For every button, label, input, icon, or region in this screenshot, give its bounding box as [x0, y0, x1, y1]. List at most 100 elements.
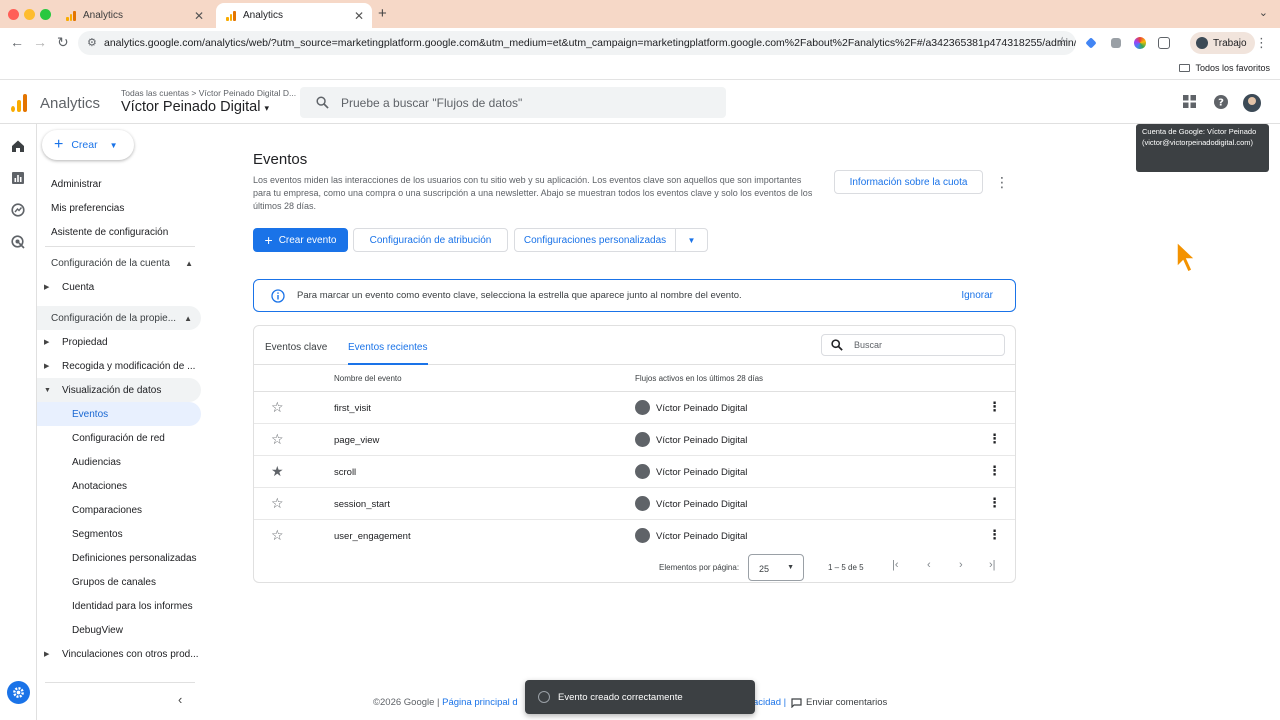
- back-icon[interactable]: ←: [10, 34, 24, 50]
- google-account-avatar[interactable]: [1243, 94, 1261, 112]
- per-page-select[interactable]: 25 ▼: [748, 554, 804, 581]
- sidebar-section-property[interactable]: Configuración de la propie... ▲: [37, 306, 201, 330]
- sidebar-item-annotations[interactable]: Anotaciones: [72, 474, 127, 498]
- first-page-icon[interactable]: |‹: [892, 559, 899, 571]
- next-page-icon[interactable]: ›: [959, 559, 963, 571]
- account-breadcrumb[interactable]: Todas las cuentas > Víctor Peinado Digit…: [121, 88, 296, 98]
- home-icon[interactable]: [11, 139, 25, 153]
- collapse-sidebar-icon[interactable]: ‹: [178, 692, 182, 707]
- sidebar-item-comparisons[interactable]: Comparaciones: [72, 498, 142, 522]
- help-icon[interactable]: ?: [1214, 95, 1228, 109]
- search-input[interactable]: Pruebe a buscar "Flujos de datos": [300, 87, 726, 118]
- more-options-icon[interactable]: ⋮: [995, 174, 1009, 191]
- star-filled-icon[interactable]: ★: [271, 464, 284, 478]
- custom-configs-dropdown[interactable]: ▼: [675, 228, 708, 252]
- explore-icon[interactable]: [11, 203, 25, 217]
- table-row: ☆ page_view Víctor Peinado Digital ⋮: [254, 424, 1015, 456]
- reload-icon[interactable]: ↻: [57, 34, 69, 51]
- custom-configs-button[interactable]: Configuraciones personalizadas: [514, 228, 676, 252]
- star-outline-icon[interactable]: ☆: [271, 432, 284, 446]
- tab-recent-events[interactable]: Eventos recientes: [348, 342, 428, 365]
- sidebar-item-data-display[interactable]: ▼ Visualización de datos: [37, 378, 201, 402]
- table-search-input[interactable]: Buscar: [821, 334, 1005, 356]
- row-menu-icon[interactable]: ⋮: [988, 464, 1001, 477]
- attribution-settings-button[interactable]: Configuración de atribución: [353, 228, 508, 252]
- browser-tab-2[interactable]: Analytics ✕: [216, 3, 372, 28]
- analytics-logo-icon[interactable]: [11, 94, 29, 112]
- search-icon: [316, 96, 329, 109]
- sidebar-item-preferences[interactable]: Mis preferencias: [51, 196, 124, 220]
- bookmarks-folder-label: Todos los favoritos: [1195, 63, 1270, 73]
- new-tab-icon[interactable]: +: [378, 5, 387, 22]
- extension-icon[interactable]: [1134, 37, 1146, 49]
- sidebar-item-segments[interactable]: Segmentos: [72, 522, 123, 546]
- row-menu-icon[interactable]: ⋮: [988, 496, 1001, 509]
- analytics-favicon-icon: [226, 10, 237, 21]
- sidebar-item-account[interactable]: ▶ Cuenta: [37, 275, 94, 299]
- row-menu-icon[interactable]: ⋮: [988, 528, 1001, 541]
- sidebar-item-reporting-identity[interactable]: Identidad para los informes: [72, 594, 193, 618]
- feedback-label: Enviar comentarios: [806, 697, 888, 708]
- analytics-home-link[interactable]: Página principal d: [442, 697, 518, 708]
- sidebar-item-property[interactable]: ▶ Propiedad: [37, 330, 108, 354]
- sidebar-section-account[interactable]: Configuración de la cuenta ▲: [51, 251, 193, 275]
- tab-search-chevron-icon[interactable]: ⌄: [1259, 6, 1268, 19]
- privacy-link[interactable]: acidad |: [753, 697, 786, 708]
- create-button[interactable]: + Crear ▼: [42, 130, 134, 160]
- star-outline-icon[interactable]: ☆: [271, 400, 284, 414]
- bookmark-star-icon[interactable]: ☆: [1056, 34, 1068, 50]
- sidebar-item-debugview[interactable]: DebugView: [72, 618, 123, 642]
- star-outline-icon[interactable]: ☆: [271, 496, 284, 510]
- apps-grid-icon[interactable]: [1183, 95, 1196, 108]
- stream-name: Víctor Peinado Digital: [656, 435, 748, 446]
- column-active-streams[interactable]: Flujos activos en los últimos 28 días: [635, 374, 763, 383]
- property-selector[interactable]: Víctor Peinado Digital ▾: [121, 99, 269, 115]
- reports-icon[interactable]: [11, 171, 25, 185]
- prev-page-icon[interactable]: ‹: [927, 559, 931, 571]
- admin-settings-button[interactable]: [7, 681, 30, 704]
- advertising-icon[interactable]: [11, 235, 25, 249]
- star-outline-icon[interactable]: ☆: [271, 528, 284, 542]
- site-settings-icon[interactable]: ⚙: [87, 36, 97, 49]
- browser-tab-1[interactable]: Analytics ✕: [56, 3, 212, 28]
- extension-icon[interactable]: [1085, 37, 1097, 49]
- table-row: ★ scroll Víctor Peinado Digital ⋮: [254, 456, 1015, 488]
- browser-profile-button[interactable]: Trabajo: [1190, 32, 1255, 54]
- maximize-window-button[interactable]: [40, 9, 51, 20]
- sidebar-item-admin[interactable]: Administrar: [51, 172, 102, 196]
- sidebar-item-events[interactable]: Eventos: [37, 402, 201, 426]
- globe-icon: [635, 464, 650, 479]
- tab-key-events[interactable]: Eventos clave: [265, 342, 327, 353]
- feedback-icon: [791, 697, 802, 708]
- minimize-window-button[interactable]: [24, 9, 35, 20]
- sidebar-item-product-links[interactable]: ▶ Vinculaciones con otros prod...: [37, 642, 199, 666]
- last-page-icon[interactable]: ›|: [989, 559, 996, 571]
- browser-menu-icon[interactable]: ⋮: [1255, 35, 1268, 51]
- send-feedback-link[interactable]: Enviar comentarios: [791, 697, 887, 708]
- dismiss-banner-button[interactable]: Ignorar: [961, 290, 993, 301]
- all-bookmarks-folder[interactable]: Todos los favoritos: [1179, 63, 1270, 73]
- forward-icon[interactable]: →: [33, 34, 47, 50]
- column-event-name[interactable]: Nombre del evento: [334, 374, 402, 383]
- extensions-puzzle-icon[interactable]: [1158, 37, 1170, 49]
- table-search-placeholder: Buscar: [854, 340, 883, 350]
- close-tab-icon[interactable]: ✕: [194, 9, 204, 23]
- sidebar-item-label: Audiencias: [72, 456, 121, 468]
- create-event-button[interactable]: + Crear evento: [253, 228, 348, 252]
- sidebar-item-network-config[interactable]: Configuración de red: [72, 426, 165, 450]
- sidebar-item-setup-assistant[interactable]: Asistente de configuración: [51, 220, 168, 244]
- sidebar-item-data-collection[interactable]: ▶ Recogida y modificación de ...: [37, 354, 195, 378]
- sidebar-item-audiences[interactable]: Audiencias: [72, 450, 121, 474]
- row-menu-icon[interactable]: ⋮: [988, 432, 1001, 445]
- globe-icon: [635, 496, 650, 511]
- address-bar[interactable]: ⚙ analytics.google.com/analytics/web/?ut…: [78, 31, 1076, 55]
- close-window-button[interactable]: [8, 9, 19, 20]
- sidebar-item-custom-definitions[interactable]: Definiciones personalizadas: [72, 546, 197, 570]
- close-tab-icon[interactable]: ✕: [354, 9, 364, 23]
- extension-icon[interactable]: [1111, 38, 1121, 48]
- quota-info-label: Información sobre la cuota: [849, 176, 968, 188]
- globe-icon: [635, 400, 650, 415]
- sidebar-item-channel-groups[interactable]: Grupos de canales: [72, 570, 156, 594]
- row-menu-icon[interactable]: ⋮: [988, 400, 1001, 413]
- quota-info-button[interactable]: Información sobre la cuota: [834, 170, 983, 194]
